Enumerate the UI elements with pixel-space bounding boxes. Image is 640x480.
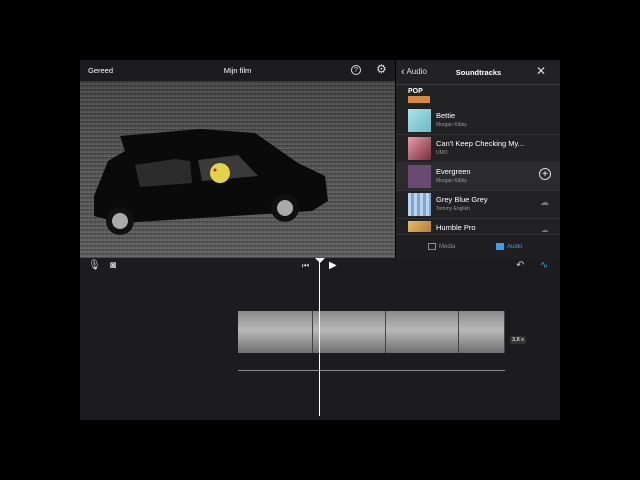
film-icon (428, 243, 436, 250)
video-clip[interactable] (238, 311, 505, 353)
gear-icon[interactable]: ⚙ (376, 63, 387, 75)
track-title: Bettie (436, 111, 456, 120)
cloud-download-icon[interactable]: ☁ (540, 197, 549, 208)
tab-label: Audio (507, 244, 523, 251)
soundtracks-panel: ‹ Audio Soundtracks ✕ POP Bettie Morgan … (395, 60, 560, 259)
audio-waveform-icon[interactable]: ∿ (540, 260, 548, 271)
track-artist: Morgan Kibby (436, 122, 467, 128)
track-title: Can't Keep Checking My... (436, 139, 525, 148)
thumbnail-partial (408, 96, 430, 103)
album-art (408, 193, 431, 216)
microphone-icon[interactable]: 🎙︎ (88, 260, 101, 271)
track-artist: Tommy English (436, 206, 470, 212)
track-artist: Morgan Kibby (436, 178, 467, 184)
list-item[interactable]: Humble Pro ☁ (396, 218, 560, 232)
tab-label: Media (439, 244, 456, 251)
album-art (408, 165, 431, 188)
clip-duration-label: 3,8 s (510, 336, 526, 344)
close-icon[interactable]: ✕ (536, 64, 546, 78)
panel-header: ‹ Audio Soundtracks ✕ (396, 60, 560, 85)
clip-frame (459, 311, 505, 353)
list-item[interactable]: Bettie Morgan Kibby (396, 106, 560, 135)
track-title: Grey Blue Grey (436, 195, 488, 204)
playhead[interactable] (319, 258, 320, 416)
play-icon[interactable]: ▶ (329, 260, 337, 271)
list-item-selected[interactable]: Evergreen Morgan Kibby + (396, 162, 560, 191)
skip-to-start-icon[interactable]: ⏮︎ (302, 261, 309, 271)
track-title: Humble Pro (436, 223, 476, 232)
album-art (408, 109, 431, 132)
clip-frame (313, 311, 386, 353)
undo-icon[interactable]: ↶ (516, 260, 524, 271)
video-preview[interactable] (80, 81, 395, 258)
tab-media[interactable]: Media (428, 243, 455, 250)
timeline-track-line (238, 370, 505, 371)
preview-frame (80, 81, 395, 258)
album-art (408, 221, 431, 232)
music-note-icon (496, 243, 504, 250)
track-artist: UMO (436, 150, 448, 156)
project-title: Mijn film (223, 66, 252, 75)
toy-figure (210, 163, 230, 183)
cloud-download-icon[interactable]: ☁ (540, 225, 549, 232)
playhead-cap (315, 258, 325, 263)
track-title: Evergreen (436, 167, 471, 176)
section-header: POP (408, 88, 423, 95)
soundtrack-list[interactable]: Bettie Morgan Kibby Can't Keep Checking … (396, 96, 560, 232)
album-art (408, 137, 431, 160)
clip-frame (238, 311, 313, 353)
camera-icon[interactable]: ◙ (110, 260, 116, 271)
imovie-app: Gereed Mijn film ? ⚙ ‹ Audio Soundtracks… (80, 60, 560, 420)
list-item[interactable]: Grey Blue Grey Tommy English ☁ (396, 190, 560, 219)
top-toolbar: Gereed Mijn film ? ⚙ (80, 60, 395, 81)
panel-tab-bar: Media Audio (396, 234, 560, 259)
list-item[interactable]: Can't Keep Checking My... UMO (396, 134, 560, 163)
help-icon[interactable]: ? (351, 65, 361, 75)
tab-audio[interactable]: Audio (496, 243, 522, 250)
add-icon[interactable]: + (539, 168, 551, 180)
clip-frame (386, 311, 459, 353)
